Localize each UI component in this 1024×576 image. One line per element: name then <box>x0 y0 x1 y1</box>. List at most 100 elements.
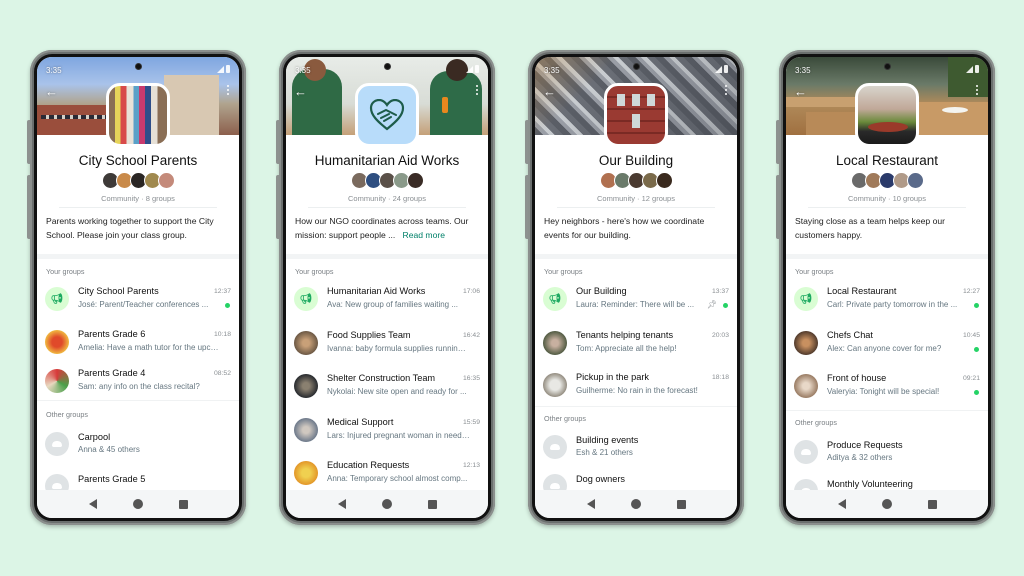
more-options-icon[interactable] <box>976 85 980 95</box>
group-row[interactable]: Food Supplies Team 16:42 Ivanna: baby fo… <box>286 328 488 368</box>
group-row[interactable]: Produce Requests Aditya & 32 others <box>786 437 988 477</box>
more-options-icon[interactable] <box>227 85 231 95</box>
back-arrow-icon[interactable]: ← <box>543 85 556 98</box>
group-last-message: Sam: any info on the class recital? <box>78 382 200 391</box>
group-last-message: Anna: Temporary school almost comp... <box>327 474 468 483</box>
group-row[interactable]: 📢︎ City School Parents 12:37 José: Paren… <box>37 284 239 324</box>
group-row[interactable]: 📢︎ Humanitarian Aid Works 17:06 Ava: New… <box>286 284 488 324</box>
group-name: Parents Grade 4 <box>78 368 146 378</box>
member-avatars[interactable] <box>535 172 737 189</box>
section-divider <box>535 254 737 259</box>
nav-home-icon[interactable] <box>132 499 143 509</box>
nav-back-icon[interactable] <box>837 499 846 509</box>
nav-back-icon[interactable] <box>586 499 595 509</box>
community-photo[interactable] <box>355 83 419 147</box>
group-row[interactable]: Pickup in the park 18:18 Guilherme: No r… <box>535 370 737 410</box>
group-time: 09:21 <box>962 375 980 382</box>
status-icons <box>966 65 979 73</box>
nav-home-icon[interactable] <box>881 499 892 509</box>
group-time: 10:18 <box>213 331 231 338</box>
community-photo[interactable] <box>604 83 668 147</box>
nav-home-icon[interactable] <box>630 499 641 509</box>
community-photo[interactable] <box>106 83 170 147</box>
group-row[interactable]: 📢︎ Local Restaurant 12:27 Carl: Private … <box>786 284 988 324</box>
unread-dot-icon <box>974 303 979 308</box>
group-row[interactable]: Building events Esh & 21 others <box>535 432 737 472</box>
group-row[interactable]: 📢︎ Our Building 13:37 Laura: Reminder: T… <box>535 284 737 324</box>
group-name: Food Supplies Team <box>327 330 411 340</box>
back-arrow-icon[interactable]: ← <box>794 85 807 98</box>
community-title: Local Restaurant <box>835 153 939 168</box>
group-avatar <box>794 331 818 355</box>
nav-recents-icon[interactable] <box>178 499 188 509</box>
group-last-message: Guilherme: No rain in the forecast! <box>576 386 698 395</box>
status-icons <box>715 65 728 73</box>
announcement-icon: 📢︎ <box>45 287 69 311</box>
section-divider <box>37 254 239 259</box>
signal-icon <box>466 65 473 73</box>
more-options-icon[interactable] <box>725 85 729 95</box>
read-more-link[interactable]: Read more <box>403 230 446 240</box>
front-camera <box>632 63 640 70</box>
group-row[interactable]: Tenants helping tenants 20:03 Tom: Appre… <box>535 328 737 368</box>
divider <box>308 207 466 208</box>
announcement-icon: 📢︎ <box>794 287 818 311</box>
group-name: Education Requests <box>327 460 410 470</box>
back-arrow-icon[interactable]: ← <box>294 85 307 98</box>
section-divider <box>786 254 988 259</box>
back-arrow-icon[interactable]: ← <box>45 85 58 98</box>
community-photo[interactable] <box>855 83 919 147</box>
group-row[interactable]: Carpool Anna & 45 others <box>37 429 239 469</box>
community-title: Humanitarian Aid Works <box>314 153 460 168</box>
divider <box>59 207 217 208</box>
group-time: 13:37 <box>711 288 729 295</box>
group-name: Produce Requests <box>827 440 903 450</box>
nav-recents-icon[interactable] <box>927 499 937 509</box>
group-time: 16:35 <box>462 375 480 382</box>
heart-handshake-icon <box>369 99 405 131</box>
your-groups-label: Your groups <box>46 267 85 276</box>
divider <box>557 207 715 208</box>
divider <box>786 410 988 411</box>
other-groups-label: Other groups <box>544 414 586 423</box>
group-placeholder-icon <box>794 440 818 464</box>
member-avatars[interactable] <box>786 172 988 189</box>
group-row[interactable]: Medical Support 15:59 Lars: Injured preg… <box>286 415 488 455</box>
system-nav-bar <box>286 490 488 518</box>
group-last-message: Laura: Reminder: There will be ... <box>576 300 695 309</box>
group-name: City School Parents <box>78 286 159 296</box>
status-time: 3:35 <box>544 66 560 75</box>
member-avatars[interactable] <box>286 172 488 189</box>
group-row[interactable]: Front of house 09:21 Valeryia: Tonight w… <box>786 371 988 411</box>
group-row[interactable]: Shelter Construction Team 16:35 Nykolai:… <box>286 371 488 411</box>
status-icons <box>217 65 230 73</box>
nav-recents-icon[interactable] <box>676 499 686 509</box>
group-avatar <box>543 331 567 355</box>
avatar <box>406 172 424 189</box>
nav-back-icon[interactable] <box>337 499 346 509</box>
phone-screen: 3:35 ← Local Restaurant Community · 10 g… <box>783 54 991 521</box>
nav-back-icon[interactable] <box>88 499 97 509</box>
group-last-message: Carl: Private party tomorrow in the ... <box>827 300 958 309</box>
group-avatar <box>294 418 318 442</box>
group-time: 18:18 <box>711 374 729 381</box>
group-members: Anna & 45 others <box>78 445 140 454</box>
group-last-message: Alex: Can anyone cover for me? <box>827 344 942 353</box>
nav-recents-icon[interactable] <box>427 499 437 509</box>
group-avatar <box>294 461 318 485</box>
avatar <box>157 172 175 189</box>
group-avatar <box>45 330 69 354</box>
phone-city-school-parents: 3:35 ← City School Parents Community · 8… <box>27 50 246 525</box>
group-name: Pickup in the park <box>576 372 650 382</box>
group-name: Front of house <box>827 373 887 383</box>
phone-local-restaurant: 3:35 ← Local Restaurant Community · 10 g… <box>776 50 995 525</box>
front-camera <box>383 63 391 70</box>
community-title: Our Building <box>598 153 674 168</box>
group-row[interactable]: Chefs Chat 10:45 Alex: Can anyone cover … <box>786 328 988 368</box>
battery-icon <box>475 65 479 73</box>
group-row[interactable]: Parents Grade 6 10:18 Amelia: Have a mat… <box>37 327 239 367</box>
more-options-icon[interactable] <box>476 85 480 95</box>
group-placeholder-icon <box>45 432 69 456</box>
member-avatars[interactable] <box>37 172 239 189</box>
nav-home-icon[interactable] <box>381 499 392 509</box>
